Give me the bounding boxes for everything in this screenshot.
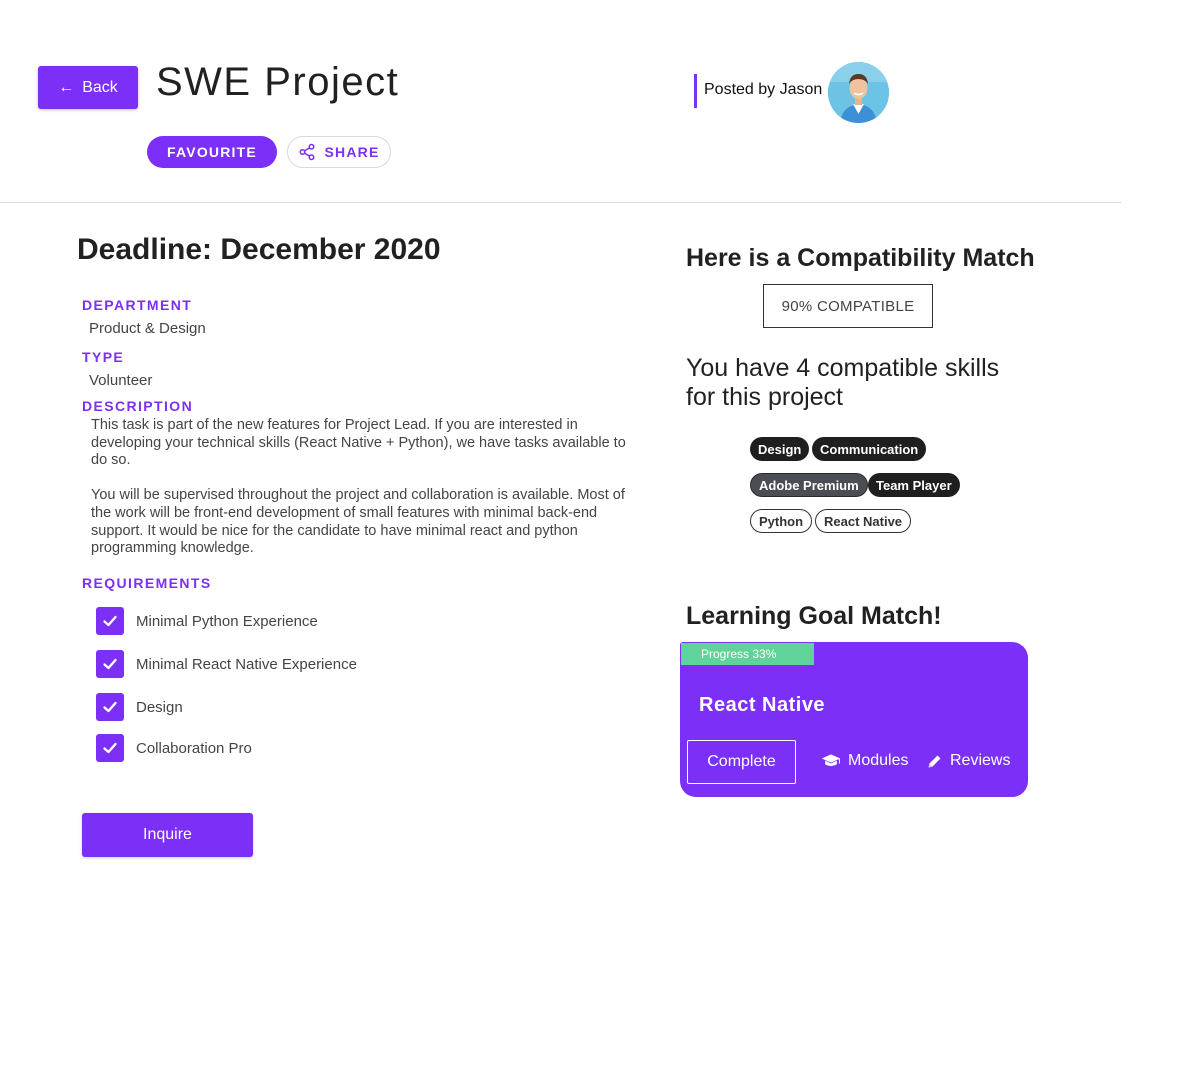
requirement-item: Minimal React Native Experience	[96, 650, 357, 678]
description-paragraph: This task is part of the new features fo…	[91, 417, 626, 469]
skill-chip[interactable]: Team Player	[868, 473, 960, 497]
avatar[interactable]	[828, 62, 889, 123]
graduation-cap-icon	[821, 754, 841, 766]
check-icon	[103, 742, 117, 754]
modules-link[interactable]: Modules	[821, 752, 908, 770]
page-title: SWE Project	[156, 60, 400, 104]
skill-chip[interactable]: Adobe Premium	[750, 473, 868, 497]
posted-divider	[694, 74, 697, 108]
progress-label: Progress 33%	[701, 647, 777, 661]
back-button[interactable]: ← Back	[38, 66, 138, 109]
skill-chip[interactable]: Design	[750, 437, 810, 461]
compatible-skills-text: You have 4 compatible skills for this pr…	[686, 354, 1000, 411]
inquire-button[interactable]: Inquire	[82, 813, 253, 857]
skill-chip[interactable]: Communication	[812, 437, 927, 461]
requirement-checkbox[interactable]	[96, 650, 124, 678]
department-value: Product & Design	[89, 320, 206, 337]
share-button[interactable]: SHARE	[287, 136, 391, 168]
course-name: React Native	[699, 694, 826, 716]
requirement-label: Collaboration Pro	[136, 739, 252, 757]
reviews-link[interactable]: Reviews	[926, 752, 1010, 770]
learning-goal-title: Learning Goal Match!	[686, 602, 942, 630]
requirement-checkbox[interactable]	[96, 734, 124, 762]
share-label: SHARE	[324, 144, 380, 160]
requirement-label: Design	[136, 698, 183, 716]
progress-bar: Progress 33%	[681, 643, 814, 665]
description-paragraph: You will be supervised throughout the pr…	[91, 487, 625, 557]
inquire-label: Inquire	[143, 826, 192, 843]
complete-label: Complete	[707, 753, 776, 770]
check-icon	[103, 658, 117, 670]
favourite-button[interactable]: FAVOURITE	[147, 136, 277, 168]
check-icon	[103, 701, 117, 713]
requirement-item: Collaboration Pro	[96, 734, 252, 762]
requirement-item: Design	[96, 693, 183, 721]
posted-by: Posted by Jason	[704, 81, 823, 98]
avatar-photo	[828, 62, 889, 123]
share-icon	[299, 143, 315, 161]
requirement-item: Minimal Python Experience	[96, 607, 318, 635]
skill-chip[interactable]: React Native	[815, 509, 912, 533]
back-label: Back	[82, 78, 118, 96]
requirements-label: REQUIREMENTS	[82, 575, 212, 591]
compatibility-badge: 90% COMPATIBLE	[763, 284, 933, 328]
type-value: Volunteer	[89, 372, 153, 389]
favourite-label: FAVOURITE	[167, 144, 257, 160]
header-divider	[0, 202, 1121, 203]
arrow-left-icon: ←	[58, 78, 75, 96]
pencil-icon	[928, 755, 941, 767]
skill-chip[interactable]: Python	[750, 509, 813, 533]
compatibility-title: Here is a Compatibility Match	[686, 244, 1035, 272]
requirement-checkbox[interactable]	[96, 607, 124, 635]
complete-button[interactable]: Complete	[687, 740, 796, 784]
requirement-label: Minimal React Native Experience	[136, 655, 357, 673]
requirement-checkbox[interactable]	[96, 693, 124, 721]
department-label: DEPARTMENT	[82, 297, 193, 313]
requirement-label: Minimal Python Experience	[136, 612, 318, 630]
check-icon	[103, 615, 117, 627]
description-text: This task is part of the new features fo…	[91, 417, 641, 558]
description-label: DESCRIPTION	[82, 398, 194, 414]
modules-label: Modules	[848, 752, 909, 769]
type-label: TYPE	[82, 349, 125, 365]
reviews-label: Reviews	[950, 752, 1011, 769]
deadline-heading: Deadline: December 2020	[77, 233, 441, 266]
